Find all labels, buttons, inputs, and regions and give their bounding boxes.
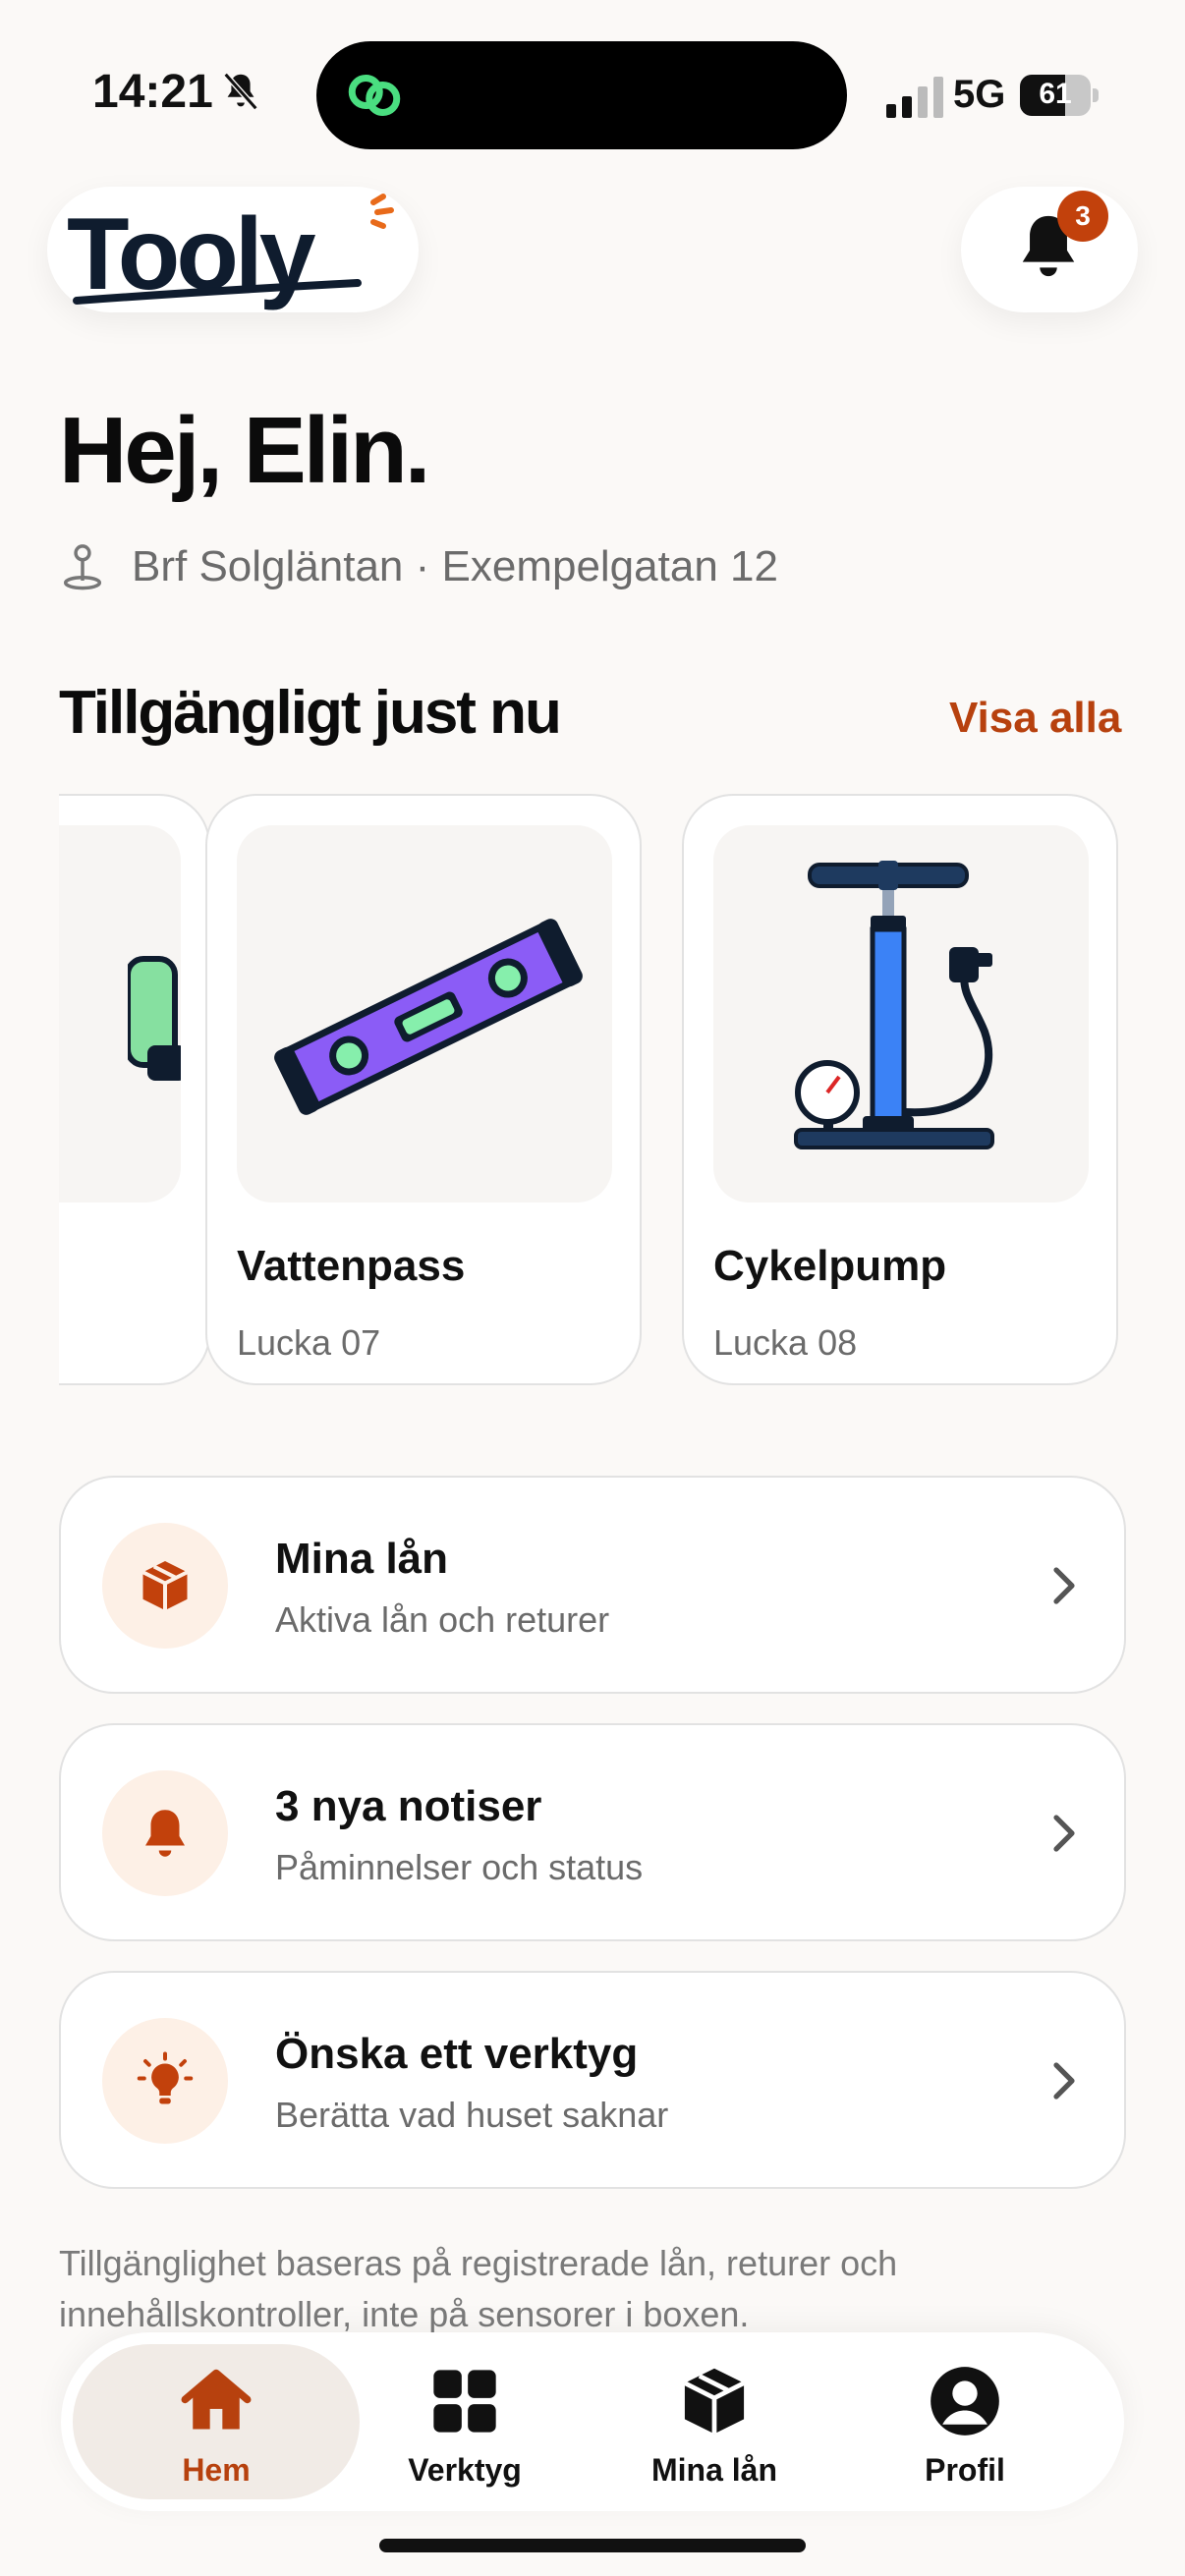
bike-pump-icon [794, 861, 994, 1149]
box-icon [683, 2368, 746, 2435]
network-type: 5G [953, 73, 1006, 116]
row-title: Mina lån [275, 1535, 449, 1583]
tool-name: Cykelpump [713, 1242, 947, 1290]
chevron-right-icon [1053, 1567, 1075, 1604]
row-subtitle: Påminnelser och status [275, 1847, 644, 1887]
greeting-heading: Hej, Elin. [59, 398, 430, 503]
home-icon [181, 2369, 252, 2430]
tool-image [237, 825, 612, 1203]
tooly-logo: Tooly [67, 194, 394, 311]
tab-bar: Hem Verktyg Mina lån Profil [61, 2332, 1124, 2511]
row-subtitle: Aktiva lån och returer [275, 1599, 610, 1640]
tab-label: Verktyg [408, 2452, 522, 2488]
box-icon [141, 1561, 189, 1610]
row-subtitle: Berätta vad huset saknar [275, 2095, 669, 2135]
status-time: 14:21 [92, 66, 213, 118]
tool-card-cykelpump[interactable]: Cykelpump Lucka 08 [682, 794, 1118, 1385]
tab-label: Profil [925, 2452, 1005, 2488]
tool-location: Lucka 07 [237, 1322, 381, 1363]
battery-icon: 61 [1020, 75, 1099, 116]
tool-card-partial[interactable] [59, 794, 210, 1385]
link-rings-icon [348, 75, 401, 116]
notification-badge: 3 [1057, 191, 1108, 242]
tool-image [59, 825, 181, 1203]
profile-icon [931, 2367, 999, 2436]
tab-hem[interactable]: Hem [93, 2342, 339, 2501]
section-title: Tillgängligt just nu [59, 679, 562, 747]
tool-location: Lucka 08 [713, 1322, 858, 1363]
mute-icon [223, 72, 258, 111]
address-text: Brf Solgläntan · Exempelgatan 12 [132, 542, 778, 590]
tool-carousel[interactable]: Vattenpass Lucka 07 Cykelpump Lucka 08 [59, 792, 1126, 1393]
row-title: Önska ett verktyg [275, 2030, 639, 2078]
tool-illustration-icon [128, 956, 181, 1081]
tool-image [713, 825, 1089, 1203]
chevron-right-icon [1053, 2062, 1075, 2100]
tab-profil[interactable]: Profil [842, 2342, 1088, 2501]
battery-level: 61 [1039, 78, 1072, 110]
tool-name: Vattenpass [237, 1242, 466, 1290]
bell-icon [145, 1810, 185, 1857]
tab-label: Mina lån [650, 2452, 777, 2488]
lightbulb-icon [137, 2051, 194, 2104]
tool-card-vattenpass[interactable]: Vattenpass Lucka 07 [205, 794, 642, 1385]
request-tool-row[interactable]: Önska ett verktyg Berätta vad huset sakn… [59, 1971, 1126, 2189]
availability-footnote: Tillgänglighet baseras på registrerade l… [59, 2243, 898, 2334]
tab-label: Hem [182, 2452, 251, 2488]
row-title: 3 nya notiser [275, 1782, 542, 1830]
notifications-row[interactable]: 3 nya notiser Påminnelser och status [59, 1723, 1126, 1941]
tab-verktyg[interactable]: Verktyg [342, 2342, 588, 2501]
location-pin-icon [63, 544, 102, 590]
chevron-right-icon [1053, 1815, 1075, 1852]
see-all-link[interactable]: Visa alla [949, 694, 1121, 743]
signal-icon [886, 77, 943, 118]
home-indicator [379, 2539, 806, 2552]
grid-icon [433, 2370, 496, 2433]
tab-mina-lan[interactable]: Mina lån [592, 2342, 837, 2501]
my-loans-row[interactable]: Mina lån Aktiva lån och returer [59, 1476, 1126, 1694]
spirit-level-icon [274, 919, 583, 1115]
